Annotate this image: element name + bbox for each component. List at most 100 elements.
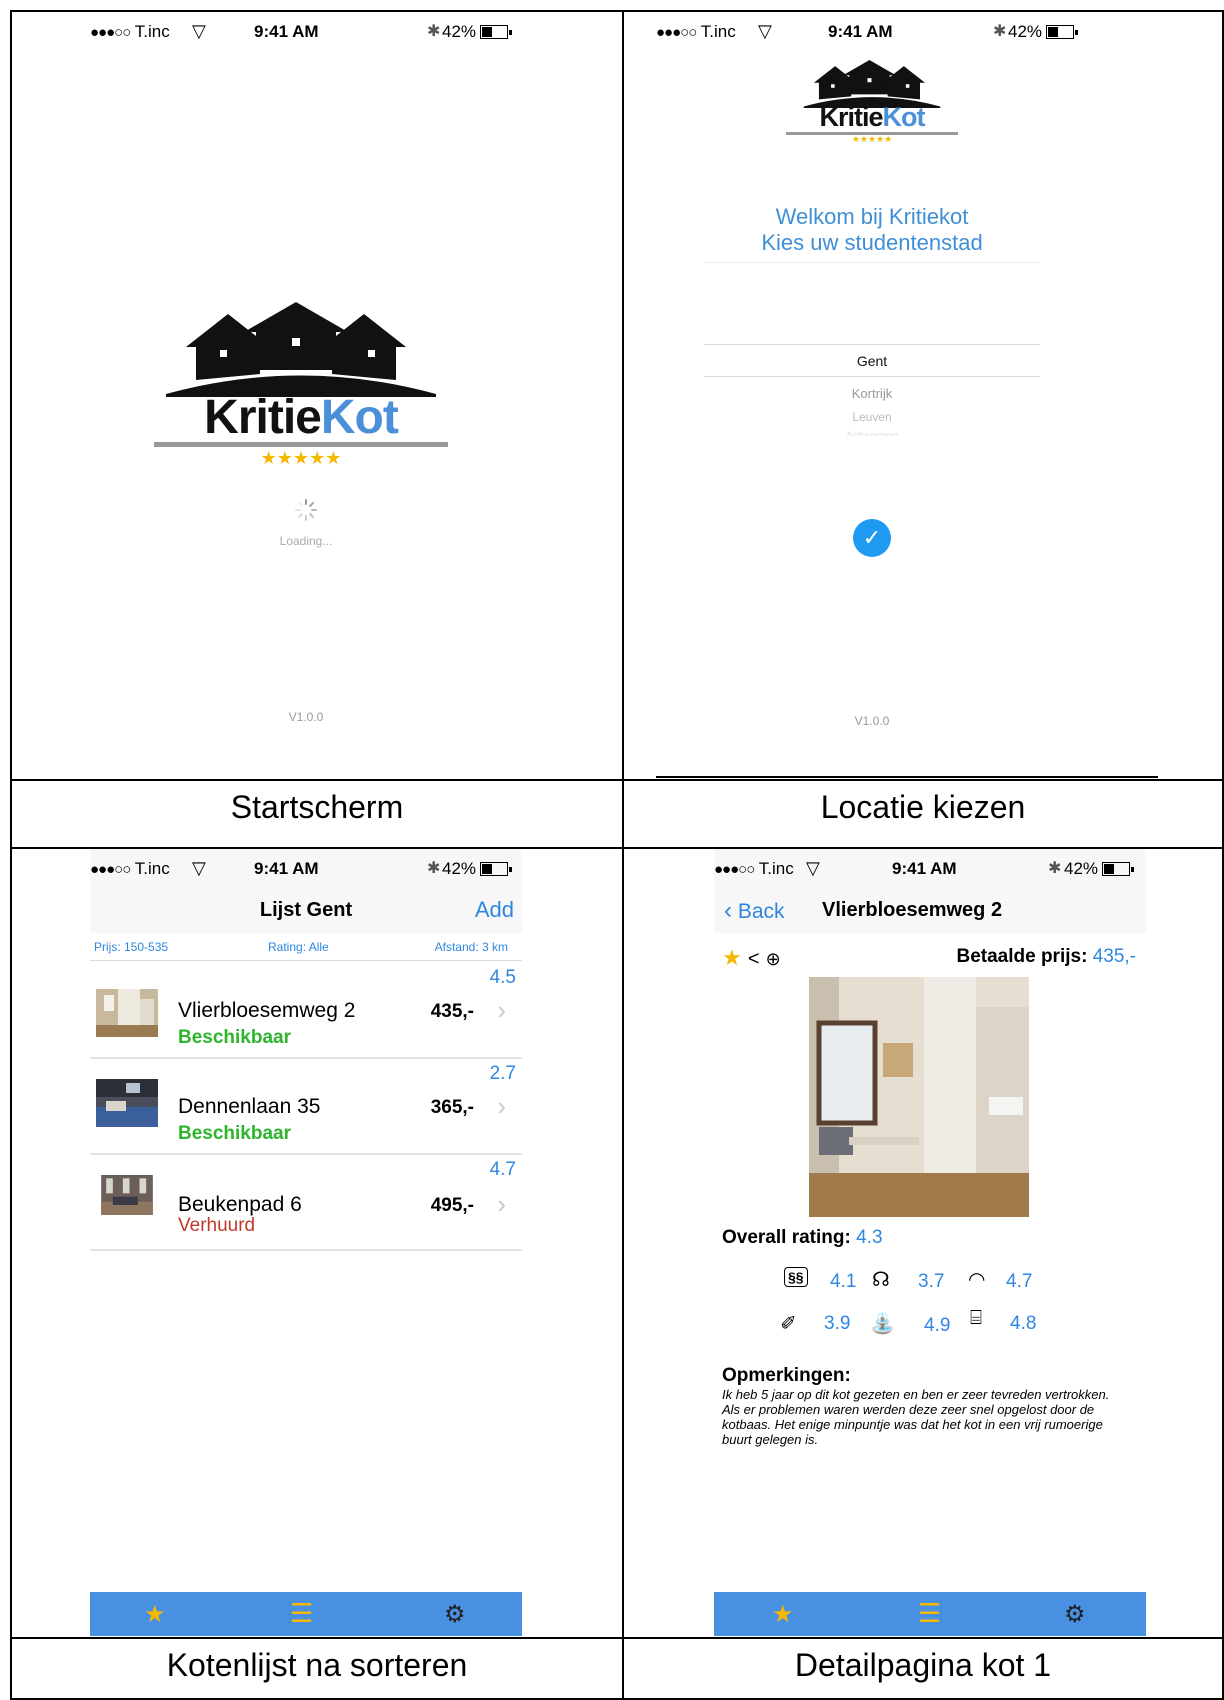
bluetooth-icon: ✱ xyxy=(427,23,441,40)
wifi-icon: ▽ xyxy=(192,858,206,878)
storyboard-grid: ●●●○○ T.inc ▽ 9:41 AM ✱ 42% KritieKot ★★… xyxy=(10,10,1224,1700)
city-option[interactable]: Gent xyxy=(704,353,1040,369)
status-bar: ●●●○○ T.inc ▽ 9:41 AM ✱ 42% xyxy=(90,12,522,52)
share-icon[interactable]: < xyxy=(748,948,760,970)
loading-spinner-icon xyxy=(294,498,318,522)
room-thumbnail xyxy=(96,1079,158,1127)
city-option[interactable]: Kortrijk xyxy=(704,386,1040,401)
caption-locatie-kiezen: Locatie kiezen xyxy=(820,789,1026,825)
list-item[interactable]: Dennenlaan 35 Beschikbaar 365,- 2.7 › xyxy=(90,1061,522,1155)
cleaning-icon: ✐ xyxy=(780,1313,797,1335)
tab-favorites[interactable]: ★ xyxy=(144,1600,166,1629)
filter-bar: Prijs: 150-535 Rating: Alle Afstand: 3 k… xyxy=(90,933,522,961)
app-logo: KritieKot ★★★★★ xyxy=(786,60,958,155)
detail-action-icons: ★ < ⊕ xyxy=(722,945,781,971)
wifi-icon: ▽ xyxy=(192,21,206,41)
version-label: V1.0.0 xyxy=(288,710,324,724)
bluetooth-icon: ✱ xyxy=(993,23,1007,40)
item-rating: 4.5 xyxy=(489,967,516,988)
logo-stars: ★★★★★ xyxy=(260,448,342,468)
add-button[interactable]: Add xyxy=(475,897,514,923)
list-item[interactable]: Vlierbloesemweg 2 Beschikbaar 435,- 4.5 … xyxy=(90,965,522,1059)
tab-bar: ★ ☰ ⚙ xyxy=(90,1592,522,1636)
filter-rating[interactable]: Rating: Alle xyxy=(268,940,329,954)
list-item[interactable]: Beukenpad 6 Verhuurd 495,- 4.7 › xyxy=(90,1157,522,1251)
add-circle-icon[interactable]: ⊕ xyxy=(766,949,781,969)
detail-screen: ●●●○○ T.inc ▽ 9:41 AM ✱ 42% ‹ Back Vlier… xyxy=(714,849,1146,1636)
star-icon: ★ xyxy=(772,1601,794,1628)
paid-price: Betaalde prijs: 435,- xyxy=(956,946,1136,967)
wifi-rating: 4.7 xyxy=(1006,1271,1033,1292)
welcome-line-2: Kies uw studentenstad xyxy=(761,230,983,255)
carrier: T.inc xyxy=(758,859,794,878)
tab-list[interactable]: ☰ xyxy=(290,1598,313,1629)
remarks-heading: Opmerkingen: xyxy=(722,1365,851,1386)
houses-icon xyxy=(803,60,941,108)
signal-icon: ●●●○○ xyxy=(714,861,755,878)
battery-percent: 42% xyxy=(442,859,477,878)
battery-icon xyxy=(1102,862,1134,876)
location-screen: ●●●○○ T.inc ▽ 9:41 AM ✱ 42% KritieKot ★★… xyxy=(656,12,1088,778)
bluetooth-icon: ✱ xyxy=(427,860,441,877)
logo-text: KritieKot xyxy=(204,391,399,444)
back-button[interactable]: ‹ Back xyxy=(724,897,785,925)
city-picker[interactable]: Gent Kortrijk Leuven Antwerpen xyxy=(704,262,1040,442)
wifi-icon: ▽ xyxy=(758,21,772,41)
time: 9:41 AM xyxy=(828,22,893,41)
app-logo: KritieKot ★★★★★ xyxy=(146,302,456,472)
status-bar: ●●●○○ T.inc ▽ 9:41 AM ✱ 42% xyxy=(656,12,1088,52)
item-name: Vlierbloesemweg 2 xyxy=(178,999,356,1022)
star-icon[interactable]: ★ xyxy=(722,945,742,970)
logo-underline xyxy=(154,442,448,447)
carrier: T.inc xyxy=(700,22,736,41)
remarks-text: Ik heb 5 jaar op dit kot gezeten en ben … xyxy=(722,1387,1110,1447)
kitchen-rating: 4.8 xyxy=(1010,1313,1037,1334)
page-title: Lijst Gent xyxy=(259,899,353,921)
caption-kotenlijst: Kotenlijst na sorteren xyxy=(166,1647,468,1683)
city-option[interactable]: Leuven xyxy=(704,410,1040,424)
item-rating: 4.7 xyxy=(489,1159,516,1180)
item-price: 365,- xyxy=(430,1097,474,1118)
list-icon: ☰ xyxy=(918,1598,942,1628)
item-status: Beschikbaar xyxy=(178,1123,292,1144)
gear-icon: ⚙ xyxy=(1064,1601,1086,1628)
city-option[interactable]: Antwerpen xyxy=(704,430,1040,436)
caption-detailpagina: Detailpagina kot 1 xyxy=(794,1647,1052,1683)
nav-bar: ‹ Back Vlierbloesemweg 2 xyxy=(714,889,1146,933)
item-price: 435,- xyxy=(430,1001,474,1022)
chevron-right-icon: › xyxy=(497,1189,506,1219)
tab-settings[interactable]: ⚙ xyxy=(444,1600,466,1629)
confirm-check-button[interactable]: ✓ xyxy=(853,519,891,557)
tab-favorites[interactable]: ★ xyxy=(772,1600,794,1629)
signal-icon: ●●●○○ xyxy=(90,24,131,41)
filter-price[interactable]: Prijs: 150-535 xyxy=(94,940,168,954)
filter-distance[interactable]: Afstand: 3 km xyxy=(435,940,508,954)
cleaning-rating: 3.9 xyxy=(824,1313,851,1334)
signal-icon: ●●●○○ xyxy=(656,24,697,41)
loading-label: Loading... xyxy=(279,534,333,548)
back-label: Back xyxy=(737,900,785,923)
welcome-line-1: Welkom bij Kritiekot xyxy=(775,204,969,229)
room-thumbnail xyxy=(96,989,158,1037)
battery-icon xyxy=(1046,25,1078,39)
item-price: 495,- xyxy=(430,1195,474,1216)
chevron-right-icon: › xyxy=(497,1091,506,1121)
carrier: T.inc xyxy=(134,859,170,878)
signal-icon: ●●●○○ xyxy=(90,861,131,878)
tab-settings[interactable]: ⚙ xyxy=(1064,1600,1086,1629)
star-icon: ★ xyxy=(144,1601,166,1628)
battery-icon xyxy=(480,862,512,876)
overall-rating: Overall rating: 4.3 xyxy=(722,1227,883,1248)
sanitary-rating: 4.9 xyxy=(924,1315,951,1336)
caption-startscherm: Startscherm xyxy=(230,789,404,825)
time: 9:41 AM xyxy=(254,22,319,41)
room-thumbnail xyxy=(101,1175,153,1215)
chevron-left-icon: ‹ xyxy=(724,897,732,924)
sanitary-icon: ⛲ xyxy=(870,1313,895,1335)
carrier: T.inc xyxy=(134,22,170,41)
list-screen: ●●●○○ T.inc ▽ 9:41 AM ✱ 42% Lijst Gent A… xyxy=(90,849,522,1636)
tab-list[interactable]: ☰ xyxy=(918,1598,941,1629)
status-bar: ●●●○○ T.inc ▽ 9:41 AM ✱ 42% xyxy=(714,849,1146,889)
houses-icon xyxy=(166,302,436,397)
gear-icon: ⚙ xyxy=(444,1601,466,1628)
